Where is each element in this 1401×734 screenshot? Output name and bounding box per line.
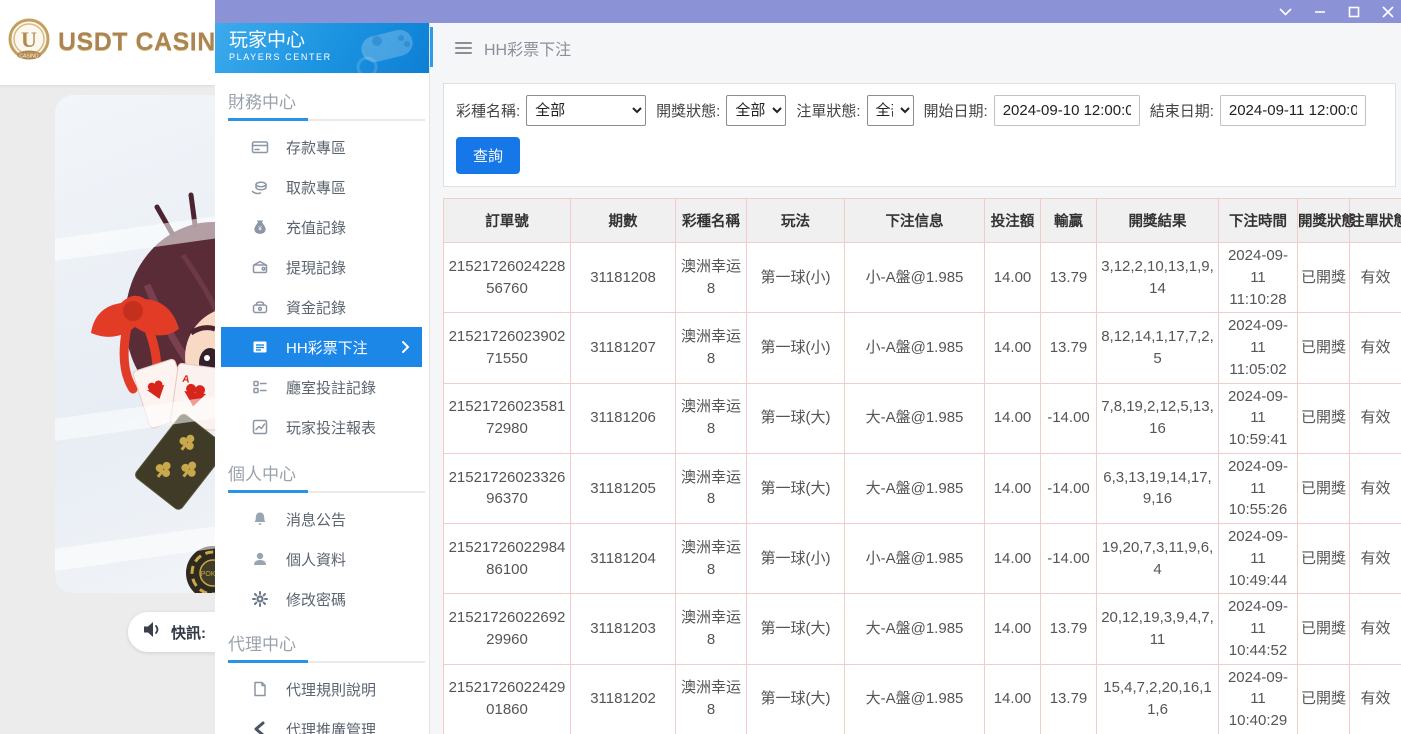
left-decor-pane: U CASINO USDT CASINO <box>0 0 215 734</box>
sidebar-item-recharge-records[interactable]: ¥ 充值記錄 <box>215 207 429 247</box>
lottery-name-select[interactable]: 全部 <box>526 95 646 126</box>
bet-table-body: 215217260242285676031181208 澳洲幸运8第一球(小) … <box>444 243 1401 734</box>
col-bet-amount: 投注額 <box>985 199 1041 243</box>
col-bet-info: 下注信息 <box>845 199 985 243</box>
sidebar-item-announcements[interactable]: 消息公告 <box>215 499 429 539</box>
gamepad-watermark-icon <box>333 25 423 73</box>
sidebar-item-hh-lottery-bets[interactable]: HH彩票下注 <box>221 327 422 367</box>
col-draw-status: 開獎狀態 <box>1298 199 1350 243</box>
start-date-input[interactable] <box>994 95 1140 126</box>
table-row: 215217260224290186031181202 澳洲幸运8第一球(大) … <box>444 664 1401 734</box>
table-header-row: 訂單號 期數 彩種名稱 玩法 下注信息 投注額 輸贏 開獎結果 下注時間 開獎狀… <box>444 199 1401 243</box>
bets-table-container: 訂單號 期數 彩種名稱 玩法 下注信息 投注額 輸贏 開獎結果 下注時間 開獎狀… <box>443 198 1401 734</box>
svg-text:CASINO: CASINO <box>19 54 38 60</box>
table-row: 215217260239027155031181207 澳洲幸运8第一球(小) … <box>444 313 1401 383</box>
recharge-bag-icon: ¥ <box>251 218 269 236</box>
window-maximize-icon[interactable] <box>1347 5 1360 18</box>
agent-rules-icon <box>251 680 269 698</box>
window-titlebar <box>215 0 1401 23</box>
start-date-label: 開始日期: <box>924 100 988 121</box>
chevron-right-icon <box>401 340 410 358</box>
agent-menu: 代理規則說明 代理推廣管理 <box>215 669 429 734</box>
window-close-icon[interactable] <box>1381 5 1394 18</box>
section-title-finance: 財務中心 <box>228 88 429 113</box>
sidebar-item-agent-rules[interactable]: 代理規則說明 <box>215 669 429 709</box>
sidebar-item-change-password[interactable]: 修改密碼 <box>215 579 429 619</box>
usdt-coin-logo-icon: U CASINO <box>6 17 52 68</box>
page-title: HH彩票下注 <box>484 36 571 60</box>
bets-table: 訂單號 期數 彩種名稱 玩法 下注信息 投注額 輸贏 開獎結果 下注時間 開獎狀… <box>443 198 1401 734</box>
window-minimize-icon[interactable] <box>1313 5 1326 18</box>
finance-menu: 存款專區 取款專區 ¥ 充值記錄 <box>215 127 429 447</box>
password-gear-icon <box>251 590 269 608</box>
sidebar-item-funds-records[interactable]: 資金記錄 <box>215 287 429 327</box>
col-lottery-name: 彩種名稱 <box>676 199 747 243</box>
sidebar-item-deposit[interactable]: 存款專區 <box>215 127 429 167</box>
sidebar-item-room-bet-records[interactable]: 廳室投註記錄 <box>215 367 429 407</box>
sidebar-header: 玩家中心 PLAYERS CENTER <box>215 23 429 73</box>
speaker-icon <box>143 621 162 643</box>
section-title-personal: 個人中心 <box>228 460 429 485</box>
sidebar-item-player-bet-report[interactable]: 玩家投注報表 <box>215 407 429 447</box>
main-content: HH彩票下注 彩種名稱: 全部 開獎狀態: 全部 注單狀態: 全部 <box>430 23 1401 734</box>
draw-status-select[interactable]: 全部 <box>726 95 786 126</box>
hamburger-menu-icon[interactable] <box>455 42 472 54</box>
withdraw-hand-icon <box>251 178 269 196</box>
col-bet-time: 下注時間 <box>1219 199 1298 243</box>
news-ticker: 快訊: <box>128 612 215 652</box>
col-play-type: 玩法 <box>747 199 845 243</box>
funds-record-icon <box>251 298 269 316</box>
logo-bar: U CASINO USDT CASINO <box>0 0 215 85</box>
sidebar-item-profile[interactable]: 個人資料 <box>215 539 429 579</box>
svg-text:¥: ¥ <box>258 226 262 233</box>
svg-text:A: A <box>182 374 191 386</box>
personal-menu: 消息公告 個人資料 修改密碼 <box>215 499 429 619</box>
table-row: 215217260229848610031181204 澳洲幸运8第一球(小) … <box>444 524 1401 594</box>
end-date-label: 結束日期: <box>1150 100 1214 121</box>
section-rule <box>228 661 425 663</box>
order-status-label: 注單狀態: <box>796 100 860 121</box>
lottery-bet-icon <box>251 338 269 356</box>
bet-report-icon <box>251 418 269 436</box>
app-window: 玩家中心 PLAYERS CENTER 財務中心 <box>215 0 1401 734</box>
sidebar-item-withdraw[interactable]: 取款專區 <box>215 167 429 207</box>
lottery-name-label: 彩種名稱: <box>456 100 520 121</box>
ticker-label: 快訊: <box>171 622 206 643</box>
draw-status-label: 開獎狀態: <box>656 100 720 121</box>
sidebar-item-agent-promotion[interactable]: 代理推廣管理 <box>215 709 429 734</box>
brand-name: USDT CASINO <box>58 28 215 57</box>
withdraw-record-icon <box>251 258 269 276</box>
col-order-no: 訂單號 <box>444 199 571 243</box>
sidebar: 玩家中心 PLAYERS CENTER 財務中心 <box>215 23 430 734</box>
order-status-select[interactable]: 全部 <box>867 95 914 126</box>
table-row: 215217260226922996031181203 澳洲幸运8第一球(大) … <box>444 594 1401 664</box>
col-draw-result: 開獎結果 <box>1097 199 1219 243</box>
col-order-status: 注單狀態 <box>1350 199 1401 243</box>
end-date-input[interactable] <box>1220 95 1366 126</box>
promo-banner-card: A POKER <box>55 95 215 593</box>
table-row: 215217260235817298031181206 澳洲幸运8第一球(大) … <box>444 383 1401 453</box>
window-chevron-down-icon[interactable] <box>1279 5 1292 18</box>
section-rule <box>228 491 425 493</box>
agent-promo-icon <box>251 720 269 734</box>
poker-chip-icon: POKER <box>186 546 215 593</box>
section-title-agent: 代理中心 <box>228 630 429 655</box>
svg-text:POKER: POKER <box>201 571 215 578</box>
profile-icon <box>251 550 269 568</box>
mascot-illustration: A POKER <box>55 95 215 593</box>
table-row: 215217260233269637031181205 澳洲幸运8第一球(大) … <box>444 453 1401 523</box>
deposit-card-icon <box>251 138 269 156</box>
breadcrumb: HH彩票下注 <box>430 23 1401 73</box>
bell-icon <box>251 510 269 528</box>
svg-text:U: U <box>21 27 37 52</box>
room-bet-record-icon <box>251 378 269 396</box>
search-button[interactable]: 查詢 <box>456 137 520 174</box>
col-period: 期數 <box>571 199 676 243</box>
col-win-loss: 輸贏 <box>1041 199 1097 243</box>
table-row: 215217260242285676031181208 澳洲幸运8第一球(小) … <box>444 243 1401 313</box>
section-rule <box>228 119 425 121</box>
sidebar-item-withdrawal-records[interactable]: 提現記錄 <box>215 247 429 287</box>
filter-panel: 彩種名稱: 全部 開獎狀態: 全部 注單狀態: 全部 開始日期: 結束日期: <box>443 83 1396 187</box>
